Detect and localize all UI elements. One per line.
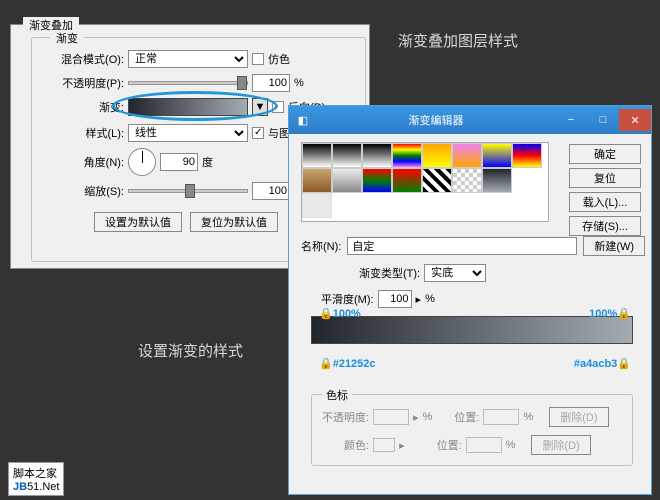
stop-pos2-label: 位置: [437,437,462,453]
percent: % [425,293,435,305]
scale-label: 缩放(S): [52,183,124,199]
align-checkbox[interactable] [252,127,264,139]
name-input[interactable] [347,237,577,255]
app-icon: ◧ [289,114,317,127]
scale-slider[interactable] [128,189,248,193]
angle-dial[interactable] [128,148,156,176]
window-title: 渐变编辑器 [317,112,555,128]
opacity-input[interactable] [252,74,290,92]
opacity-slider[interactable] [128,81,248,85]
delete-stop2-button[interactable]: 删除(D) [531,435,590,455]
maximize-icon[interactable]: □ [587,109,619,131]
gradient-editor-dialog: ◧ 渐变编辑器 − □ ✕ 确定 复位 载入(L)... [288,105,652,495]
degree: 度 [202,154,213,170]
new-button[interactable]: 新建(W) [583,236,645,256]
style-label: 样式(L): [52,125,124,141]
dither-checkbox[interactable] [252,53,264,65]
reset-default-button[interactable]: 复位为默认值 [190,212,278,232]
name-label: 名称(N): [301,238,341,254]
site-logo: 脚本之家 JB51.Net [8,462,64,496]
stops-title: 色标 [322,387,352,403]
blend-label: 混合模式(O): [52,51,124,67]
scale-input[interactable] [252,182,290,200]
minimize-icon[interactable]: − [555,109,587,131]
opacity-right-lock-icon: 100%🔒 [589,304,631,321]
save-button[interactable]: 存储(S)... [569,216,641,236]
color-right-lock-icon: #a4acb3🔒 [574,354,631,371]
titlebar: ◧ 渐变编辑器 − □ ✕ [289,106,651,134]
smooth-arrow-icon[interactable]: ▸ [416,293,422,306]
preset-grid[interactable] [301,142,549,222]
blend-select[interactable]: 正常 [128,50,248,68]
stop-opacity-label: 不透明度: [322,409,369,425]
color-stops-row[interactable] [311,344,633,354]
set-default-button[interactable]: 设置为默认值 [94,212,182,232]
load-button[interactable]: 载入(L)... [569,192,641,212]
cancel-button[interactable]: 复位 [569,168,641,188]
caption-desc: 设置渐变的样式 [138,340,243,361]
stops-group: 色标 不透明度: ▸ % 位置: % 删除(D) 颜色: ▸ 位置: % 删除(… [311,394,633,466]
caption-title: 渐变叠加图层样式 [398,30,518,51]
stop-opacity-input[interactable] [373,409,409,425]
group-subtitle: 渐变 [50,30,84,46]
close-icon[interactable]: ✕ [619,109,651,131]
stop-color-swatch[interactable] [373,438,395,452]
delete-stop-button[interactable]: 删除(D) [549,407,608,427]
color-left-lock-icon: 🔒#21252c [319,354,376,371]
type-label: 渐变类型(T): [359,265,420,281]
stop-pos-input[interactable] [483,409,519,425]
stop-color-label: 颜色: [344,437,369,453]
highlight-ellipse [112,91,278,121]
opacity-label: 不透明度(P): [52,75,124,91]
stop-pos2-input[interactable] [466,437,502,453]
stop-pos-label: 位置: [454,409,479,425]
angle-input[interactable] [160,153,198,171]
ok-button[interactable]: 确定 [569,144,641,164]
angle-label: 角度(N): [52,154,124,170]
type-select[interactable]: 实底 [424,264,486,282]
opacity-left-lock-icon: 🔒100% [319,304,361,321]
style-select[interactable]: 线性 [128,124,248,142]
percent: % [294,77,304,89]
dither-label: 仿色 [268,51,290,67]
